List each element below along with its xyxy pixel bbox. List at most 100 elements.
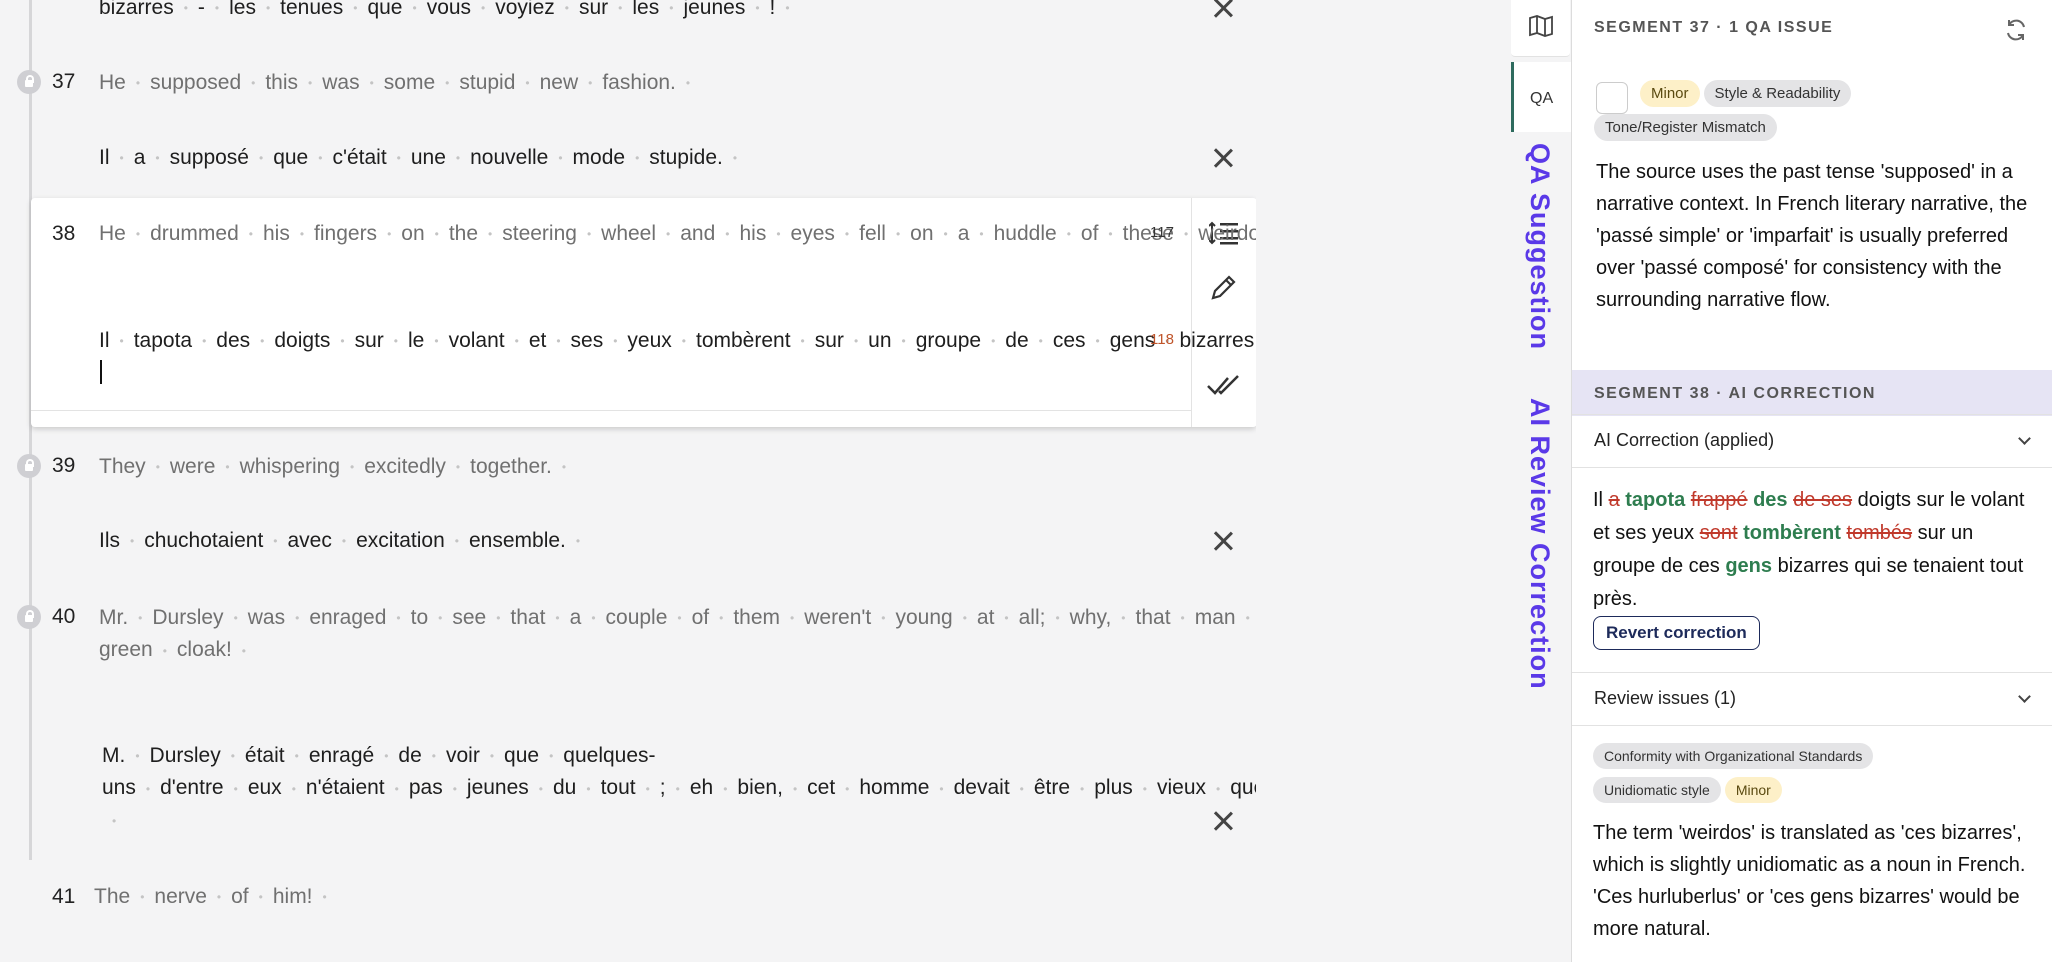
severity-chip: Minor (1724, 777, 1782, 803)
segment-number: 39 (52, 454, 76, 477)
tab-map[interactable] (1511, 0, 1570, 57)
severity-chip: Minor (1640, 80, 1700, 107)
subcategory-chip: Unidiomatic style (1593, 777, 1721, 803)
segment-39-target[interactable]: Ils • chuchotaient • avec • excitation • ensembl… (99, 525, 1119, 557)
whitespace-marker: • (225, 460, 230, 475)
whitespace-marker: • (1066, 227, 1071, 242)
whitespace-marker: • (575, 534, 581, 549)
whitespace-marker: • (685, 76, 691, 91)
clear-target-button[interactable] (1208, 526, 1238, 556)
whitespace-marker: • (666, 227, 671, 242)
whitespace-marker: • (384, 749, 389, 764)
whitespace-marker: • (549, 749, 554, 764)
segment-37-source: He • supposed • this • was • some • stupid • new • fas… (99, 71, 691, 94)
whitespace-marker: • (291, 781, 296, 796)
qa-issue-header: SEGMENT 37 · 1 QA ISSUE (1572, 4, 2052, 50)
lock-icon (17, 454, 41, 478)
whitespace-marker: • (387, 227, 392, 242)
clear-target-button[interactable] (1208, 0, 1238, 23)
whitespace-marker: • (340, 334, 345, 349)
clear-target-button[interactable] (1208, 806, 1238, 836)
whitespace-marker: • (586, 227, 592, 242)
ai-correction-accordion[interactable]: AI Correction (applied) (1572, 414, 2052, 468)
whitespace-marker: • (555, 611, 560, 626)
edit-pencil-icon[interactable] (1209, 272, 1239, 302)
whitespace-marker: • (454, 534, 459, 549)
tab-ai-review-correction[interactable]: AI Review Correction (1524, 398, 1555, 690)
qa-issue-chips: Minor Style & Readability (1640, 80, 2040, 115)
whitespace-marker: • (452, 781, 457, 796)
qa-issue-header-text: SEGMENT 37 · 1 QA ISSUE (1594, 19, 1834, 36)
segment-40-target[interactable]: M. • Dursley • était • enragé • de • voir • que • quel… (102, 740, 1256, 837)
whitespace-marker: • (844, 227, 850, 242)
whitespace-marker: • (273, 534, 278, 549)
whitespace-marker: • (140, 890, 145, 905)
whitespace-marker: • (350, 460, 355, 475)
whitespace-marker: • (1121, 611, 1126, 626)
whitespace-marker: • (260, 334, 265, 349)
chevron-down-icon (2018, 432, 2031, 445)
segment-38-source: He • drummed • his • fingers • on • the • steering • w… (99, 222, 1256, 245)
whitespace-marker: • (233, 781, 238, 796)
segment-36-target[interactable]: bizarres • - • les • tenues • que • vous • voyiez • su… (99, 0, 1119, 24)
whitespace-marker: • (1142, 781, 1147, 796)
whitespace-marker: • (514, 334, 519, 349)
whitespace-marker: • (962, 611, 967, 626)
refresh-icon[interactable] (2004, 18, 2028, 42)
whitespace-marker: • (895, 227, 901, 242)
segment-number: 41 (52, 885, 76, 908)
whitespace-marker: • (353, 1, 358, 16)
whitespace-marker: • (675, 781, 680, 796)
whitespace-marker: • (588, 76, 593, 91)
revert-correction-button[interactable]: Revert correction (1593, 616, 1760, 650)
whitespace-marker: • (322, 890, 327, 905)
whitespace-marker: • (162, 643, 167, 658)
confirm-double-check-icon[interactable] (1206, 374, 1242, 398)
whitespace-marker: • (119, 334, 124, 349)
category-chip: Style & Readability (1703, 80, 1852, 107)
whitespace-marker: • (669, 1, 674, 16)
whitespace-marker: • (496, 611, 501, 626)
segment-41-source: The • nerve • of • him! • (94, 885, 327, 908)
whitespace-marker: • (481, 1, 486, 16)
whitespace-marker: • (853, 334, 859, 349)
whitespace-marker: • (308, 76, 313, 91)
clear-target-button[interactable] (1208, 143, 1238, 173)
whitespace-marker: • (393, 334, 398, 349)
whitespace-marker: • (130, 534, 135, 549)
whitespace-marker: • (135, 749, 140, 764)
whitespace-marker: • (214, 1, 220, 16)
ai-correction-accordion-label: AI Correction (applied) (1594, 430, 1775, 450)
whitespace-marker: • (295, 611, 300, 626)
segment-37-target[interactable]: Il • a • supposé • que • c'était • une • nouvelle • mo… (99, 142, 1119, 174)
review-issues-accordion[interactable]: Review issues (1) (1572, 672, 2052, 726)
whitespace-marker: • (561, 460, 567, 475)
tab-qa[interactable]: QA (1511, 62, 1573, 132)
review-issue-chips: Conformity with Organizational Standards… (1593, 743, 2033, 811)
segment-39-source: They • were • whispering • excitedly • together.… (99, 455, 567, 478)
whitespace-marker: • (412, 1, 417, 16)
whitespace-marker: • (318, 151, 323, 166)
whitespace-marker: • (216, 890, 222, 905)
review-issues-accordion-label: Review issues (1) (1594, 688, 1737, 708)
chevron-down-icon (2018, 690, 2031, 703)
whitespace-marker: • (525, 76, 530, 91)
whitespace-marker: • (434, 334, 439, 349)
segment-38-target-editor[interactable]: Il • tapota • des • doigts • sur • le • volant • et • se… (99, 325, 1254, 389)
lock-icon (17, 70, 41, 94)
whitespace-marker: • (369, 76, 374, 91)
text-cursor (100, 360, 102, 385)
whitespace-marker: • (233, 611, 238, 626)
whitespace-marker: • (681, 334, 686, 349)
whitespace-marker: • (1004, 611, 1009, 626)
whitespace-marker: • (979, 227, 984, 242)
segment-40-source: Mr. • Dursley • was • enraged • to • see • that • a • co… (99, 606, 1250, 662)
whitespace-marker: • (135, 76, 141, 91)
whitespace-marker: • (1180, 611, 1185, 626)
whitespace-marker: • (991, 334, 996, 349)
whitespace-marker: • (135, 227, 141, 242)
whitespace-marker: • (1055, 611, 1060, 626)
tab-qa-suggestion[interactable]: QA Suggestion (1524, 143, 1555, 350)
whitespace-marker: • (719, 611, 724, 626)
qa-issue-checkbox[interactable] (1596, 82, 1628, 114)
